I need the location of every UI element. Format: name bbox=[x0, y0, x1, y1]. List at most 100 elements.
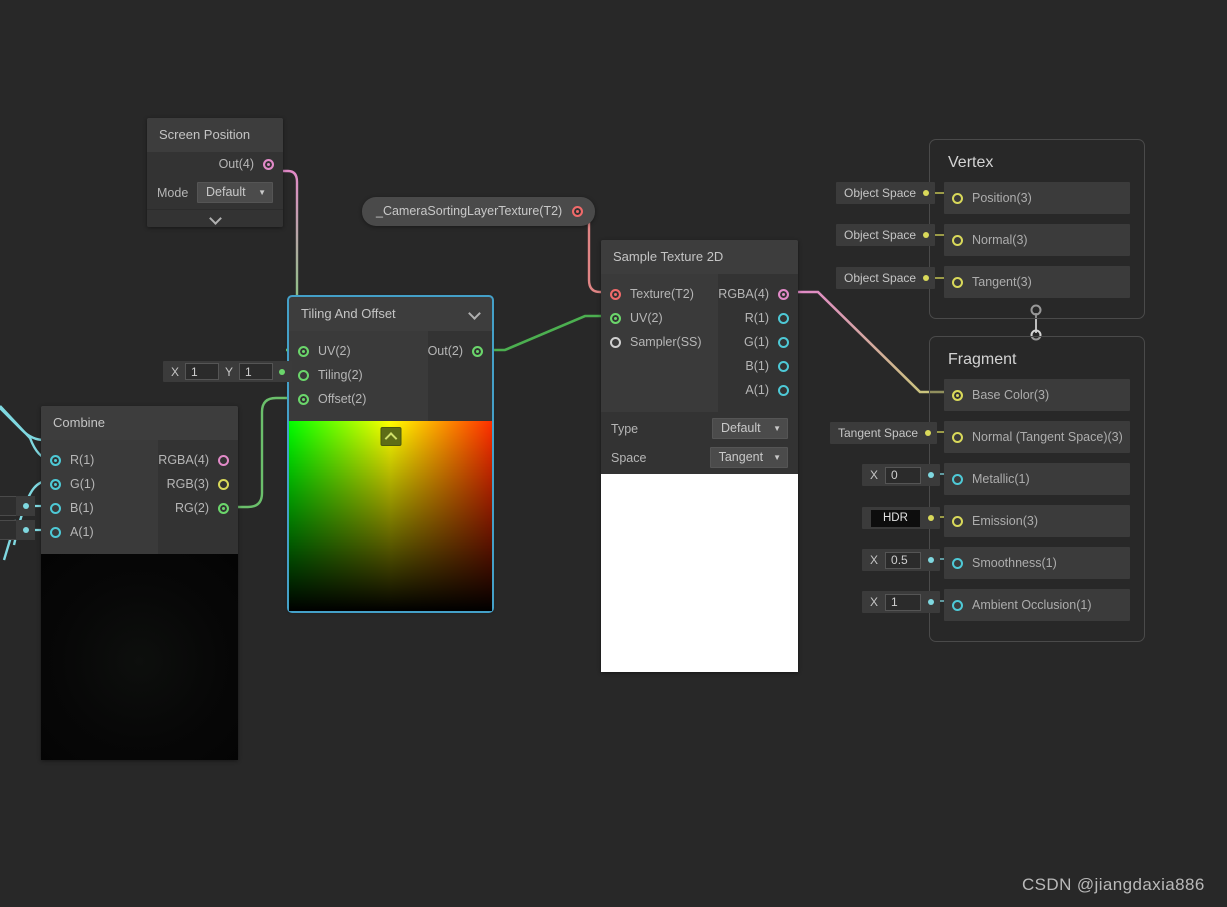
node-combine[interactable]: Combine R(1) G(1) B(1) A(1) RGBA(4) RGB(… bbox=[41, 406, 238, 760]
port-dot-cyan[interactable] bbox=[50, 478, 61, 490]
port-in-tiling[interactable]: Tiling(2) bbox=[289, 363, 428, 387]
port-dot-yellow[interactable] bbox=[952, 431, 963, 443]
smoothness-input[interactable]: 0.5 bbox=[885, 551, 922, 569]
prop-row-type[interactable]: Type Default ▼ bbox=[601, 412, 798, 445]
prop-row-mode[interactable]: Mode Default ▼ bbox=[147, 176, 283, 209]
tiling-x-input[interactable]: 1 bbox=[185, 363, 220, 380]
port-dot-yellow[interactable] bbox=[952, 234, 963, 246]
port-in-r[interactable]: R(1) bbox=[41, 448, 158, 472]
stack-row-position[interactable]: Position(3) bbox=[944, 182, 1130, 214]
port-dot-yellow[interactable] bbox=[952, 389, 963, 401]
port-in-texture[interactable]: Texture(T2) bbox=[601, 282, 718, 306]
port-dot-cyan[interactable] bbox=[952, 557, 963, 569]
port-dot-red[interactable] bbox=[572, 205, 584, 217]
port-dot-pink[interactable] bbox=[778, 288, 789, 300]
fragment-ao-widget[interactable]: X 1 bbox=[862, 591, 941, 613]
widget-dot-cyan bbox=[928, 599, 935, 605]
port-dot-cyan[interactable] bbox=[778, 360, 789, 372]
port-in-uv[interactable]: UV(2) bbox=[289, 339, 428, 363]
tiling-y-input[interactable]: 1 bbox=[239, 363, 274, 380]
vertex-position-space-widget[interactable]: Object Space bbox=[836, 182, 936, 204]
shader-graph-canvas[interactable]: Screen Position Out(4) Mode Default ▼ _C… bbox=[0, 0, 1227, 907]
port-dot-red[interactable] bbox=[610, 288, 621, 300]
port-dot-pink[interactable] bbox=[218, 454, 229, 466]
port-dot-cyan[interactable] bbox=[778, 312, 789, 324]
port-dot-cyan[interactable] bbox=[778, 336, 789, 348]
port-dot-yellow[interactable] bbox=[952, 515, 963, 527]
preview-collapse-button[interactable] bbox=[380, 427, 401, 446]
port-dot-pink[interactable] bbox=[263, 158, 274, 170]
stack-row-normal-tangent[interactable]: Normal (Tangent Space)(3) bbox=[944, 421, 1130, 453]
dropdown-mode[interactable]: Default ▼ bbox=[197, 182, 273, 203]
port-dot-cyan[interactable] bbox=[50, 526, 61, 538]
port-dot-cyan[interactable] bbox=[952, 473, 963, 485]
stack-fragment[interactable]: Fragment Base Color(3) Normal (Tangent S… bbox=[929, 336, 1145, 642]
node-texture-property[interactable]: _CameraSortingLayerTexture(T2) bbox=[362, 197, 596, 226]
port-dot-green[interactable] bbox=[298, 345, 309, 357]
ports-in-combine: R(1) G(1) B(1) A(1) bbox=[41, 440, 159, 554]
port-in-offset[interactable]: Offset(2) bbox=[289, 387, 428, 411]
stack-row-emission[interactable]: Emission(3) bbox=[944, 505, 1130, 537]
chevron-down-icon[interactable] bbox=[469, 308, 480, 319]
fragment-emission-widget[interactable]: HDR bbox=[862, 507, 940, 529]
port-out-screenposition-out[interactable]: Out(4) bbox=[147, 152, 283, 176]
port-dot-green[interactable] bbox=[298, 369, 309, 381]
port-dot-cyan[interactable] bbox=[778, 384, 789, 396]
port-dot-cyan[interactable] bbox=[952, 599, 963, 611]
port-out-a[interactable]: A(1) bbox=[718, 378, 798, 402]
port-out-g[interactable]: G(1) bbox=[718, 330, 798, 354]
port-out-tiling-offset-out[interactable]: Out(2) bbox=[428, 339, 492, 363]
port-dot-white[interactable] bbox=[610, 336, 621, 348]
stack-row-normal[interactable]: Normal(3) bbox=[944, 224, 1130, 256]
stack-row-tangent[interactable]: Tangent(3) bbox=[944, 266, 1130, 298]
metallic-input[interactable]: 0 bbox=[885, 466, 922, 484]
stack-vertex[interactable]: Vertex Position(3) Normal(3) Tangent(3) bbox=[929, 139, 1145, 319]
port-dot-green[interactable] bbox=[218, 502, 229, 514]
dropdown-space[interactable]: Tangent ▼ bbox=[709, 447, 788, 468]
vertex-tangent-space-widget[interactable]: Object Space bbox=[836, 267, 936, 289]
port-dot-green[interactable] bbox=[472, 345, 483, 357]
port-out-b[interactable]: B(1) bbox=[718, 354, 798, 378]
port-dot-cyan[interactable] bbox=[50, 454, 61, 466]
port-in-a[interactable]: A(1) bbox=[41, 520, 158, 544]
port-dot-yellow[interactable] bbox=[952, 192, 963, 204]
port-in-b[interactable]: B(1) bbox=[41, 496, 158, 520]
port-out-rg[interactable]: RG(2) bbox=[158, 496, 238, 520]
preview-tiling-offset[interactable] bbox=[289, 421, 492, 611]
stack-row-ambient-occlusion[interactable]: Ambient Occlusion(1) bbox=[944, 589, 1130, 621]
preview-sample-texture[interactable] bbox=[601, 474, 798, 672]
expander-screen-position[interactable] bbox=[147, 209, 283, 227]
tiling-xy-widget[interactable]: X 1 Y 1 bbox=[163, 361, 293, 382]
dropdown-value: Tangent bbox=[718, 450, 764, 464]
stack-row-base-color[interactable]: Base Color(3) bbox=[944, 379, 1130, 411]
prop-row-space[interactable]: Space Tangent ▼ bbox=[601, 445, 798, 474]
port-dot-yellow[interactable] bbox=[218, 478, 229, 490]
x-label: X bbox=[171, 364, 180, 379]
port-in-sampler[interactable]: Sampler(SS) bbox=[601, 330, 718, 354]
widget-dot-yellow bbox=[927, 515, 934, 521]
fragment-normal-space-widget[interactable]: Tangent Space bbox=[830, 422, 938, 444]
port-in-uv[interactable]: UV(2) bbox=[601, 306, 718, 330]
port-in-g[interactable]: G(1) bbox=[41, 472, 158, 496]
widget-dot-cyan bbox=[22, 503, 29, 509]
port-out-r[interactable]: R(1) bbox=[718, 306, 798, 330]
dropdown-type[interactable]: Default ▼ bbox=[712, 418, 788, 439]
hdr-color-field[interactable]: HDR bbox=[870, 508, 921, 528]
port-out-rgba[interactable]: RGBA(4) bbox=[158, 448, 238, 472]
port-out-rgba[interactable]: RGBA(4) bbox=[718, 282, 798, 306]
node-screen-position[interactable]: Screen Position Out(4) Mode Default ▼ bbox=[147, 118, 283, 227]
node-tiling-and-offset[interactable]: Tiling And Offset UV(2) Tiling(2) Offset… bbox=[287, 295, 494, 613]
ambient-occlusion-input[interactable]: 1 bbox=[885, 593, 922, 611]
port-dot-yellow[interactable] bbox=[952, 276, 963, 288]
preview-combine[interactable] bbox=[41, 554, 238, 760]
stack-row-smoothness[interactable]: Smoothness(1) bbox=[944, 547, 1130, 579]
fragment-smoothness-widget[interactable]: X 0.5 bbox=[862, 549, 941, 571]
port-dot-cyan[interactable] bbox=[50, 502, 61, 514]
port-out-rgb[interactable]: RGB(3) bbox=[158, 472, 238, 496]
fragment-metallic-widget[interactable]: X 0 bbox=[862, 464, 941, 486]
port-dot-green[interactable] bbox=[610, 312, 621, 324]
node-sample-texture-2d[interactable]: Sample Texture 2D Texture(T2) UV(2) Samp… bbox=[601, 240, 798, 672]
vertex-normal-space-widget[interactable]: Object Space bbox=[836, 224, 936, 246]
stack-row-metallic[interactable]: Metallic(1) bbox=[944, 463, 1130, 495]
port-dot-green[interactable] bbox=[298, 393, 309, 405]
